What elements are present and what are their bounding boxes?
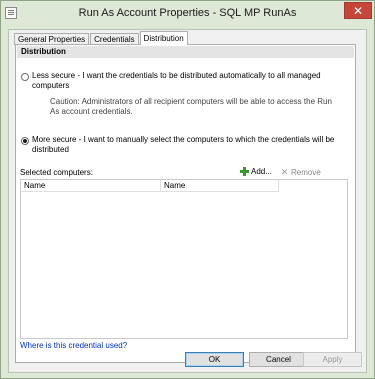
dialog-body: General Properties Credentials Distribut… — [8, 29, 367, 373]
distribution-panel: Distribution Less secure - I want the cr… — [15, 44, 356, 363]
caution-text-line2: As account credentials. — [50, 107, 133, 116]
caution-text-line1: Caution: Administrators of all recipient… — [50, 97, 332, 106]
column-header-name-2[interactable]: Name — [161, 180, 279, 192]
less-secure-label-line1[interactable]: Less secure - I want the credentials to … — [32, 71, 321, 81]
remove-button-label: Remove — [291, 168, 321, 177]
column-header-name-1[interactable]: Name — [21, 180, 161, 192]
add-button[interactable]: Add... — [240, 166, 272, 178]
remove-button[interactable]: ✕ Remove — [280, 166, 321, 178]
ok-button[interactable]: OK — [185, 352, 244, 367]
remove-x-icon: ✕ — [280, 167, 289, 177]
plus-icon — [240, 167, 249, 177]
close-button[interactable]: ✕ — [344, 2, 372, 19]
selected-computers-label: Selected computers: — [20, 168, 93, 177]
less-secure-radio[interactable] — [21, 73, 29, 81]
more-secure-label-line1[interactable]: More secure - I want to manually select … — [32, 135, 334, 145]
section-header: Distribution — [17, 46, 354, 58]
window-title: Run As Account Properties - SQL MP RunAs — [78, 7, 297, 19]
add-button-label: Add... — [251, 167, 272, 176]
credential-usage-link[interactable]: Where is this credential used? — [20, 341, 127, 350]
title-bar: Run As Account Properties - SQL MP RunAs… — [1, 1, 374, 25]
more-secure-radio[interactable] — [21, 137, 29, 145]
more-secure-label-line2[interactable]: distributed — [32, 145, 69, 155]
apply-button[interactable]: Apply — [303, 352, 362, 367]
less-secure-label-line2[interactable]: computers — [32, 81, 69, 91]
selected-computers-table[interactable]: Name Name — [20, 179, 348, 339]
cancel-button[interactable]: Cancel — [249, 352, 308, 367]
dialog-window: Run As Account Properties - SQL MP RunAs… — [0, 0, 375, 379]
tab-strip: General Properties Credentials Distribut… — [14, 31, 189, 45]
tab-distribution[interactable]: Distribution — [139, 31, 188, 45]
